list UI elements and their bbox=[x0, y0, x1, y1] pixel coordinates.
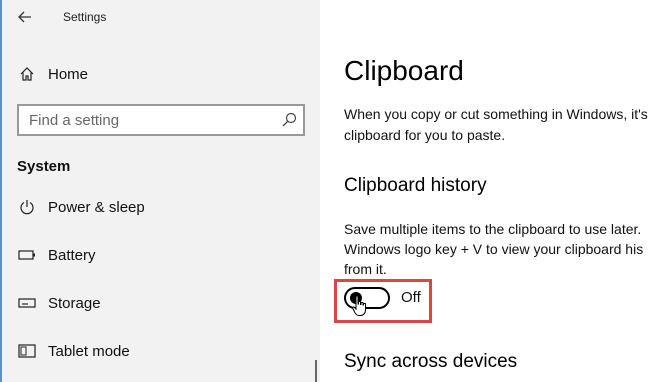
sidebar-item-label: Battery bbox=[48, 246, 96, 264]
toggle-state-label: Off bbox=[401, 289, 421, 306]
description-line: clipboard for you to paste. bbox=[344, 127, 506, 143]
description-line: Save multiple items to the clipboard to … bbox=[344, 221, 642, 237]
sidebar-scrollbar[interactable] bbox=[315, 360, 317, 382]
power-icon bbox=[17, 197, 37, 217]
search-box[interactable] bbox=[17, 104, 305, 136]
window-title: Settings bbox=[63, 10, 107, 24]
sidebar-item-label: Tablet mode bbox=[48, 342, 130, 360]
nav-home[interactable]: Home bbox=[0, 56, 320, 92]
sidebar-item-tablet-mode[interactable]: Tablet mode bbox=[0, 333, 320, 369]
sidebar-item-label: Power & sleep bbox=[48, 198, 145, 216]
clipboard-history-toggle[interactable] bbox=[344, 287, 390, 309]
title-bar: Settings bbox=[0, 0, 320, 34]
section-heading-system: System bbox=[17, 158, 71, 175]
back-arrow-icon bbox=[18, 11, 31, 23]
sidebar-item-label: Storage bbox=[48, 294, 101, 312]
sidebar: Settings Home System Power & sleep bbox=[0, 0, 320, 382]
back-button[interactable] bbox=[14, 6, 36, 28]
page-title: Clipboard bbox=[344, 55, 464, 86]
battery-icon bbox=[17, 245, 37, 265]
description-line: Windows logo key + V to view your clipbo… bbox=[344, 241, 644, 257]
search-input[interactable] bbox=[19, 106, 269, 134]
sync-across-devices-heading: Sync across devices bbox=[344, 351, 518, 372]
clipboard-history-heading: Clipboard history bbox=[344, 175, 487, 196]
nav-home-label: Home bbox=[48, 65, 89, 83]
sidebar-item-battery[interactable]: Battery bbox=[0, 237, 320, 273]
sidebar-item-power-sleep[interactable]: Power & sleep bbox=[0, 189, 320, 225]
description-line: from it. bbox=[344, 261, 387, 277]
clipboard-history-description: Save multiple items to the clipboard to … bbox=[344, 219, 670, 279]
home-icon bbox=[17, 64, 37, 84]
page-description: When you copy or cut something in Window… bbox=[344, 104, 670, 146]
description-line: When you copy or cut something in Window… bbox=[344, 106, 648, 122]
search-icon[interactable] bbox=[281, 112, 297, 128]
main-content: Clipboard When you copy or cut something… bbox=[320, 0, 670, 382]
tablet-mode-icon bbox=[17, 341, 37, 361]
sidebar-item-storage[interactable]: Storage bbox=[0, 285, 320, 321]
storage-icon bbox=[17, 293, 37, 313]
toggle-knob bbox=[350, 292, 362, 304]
